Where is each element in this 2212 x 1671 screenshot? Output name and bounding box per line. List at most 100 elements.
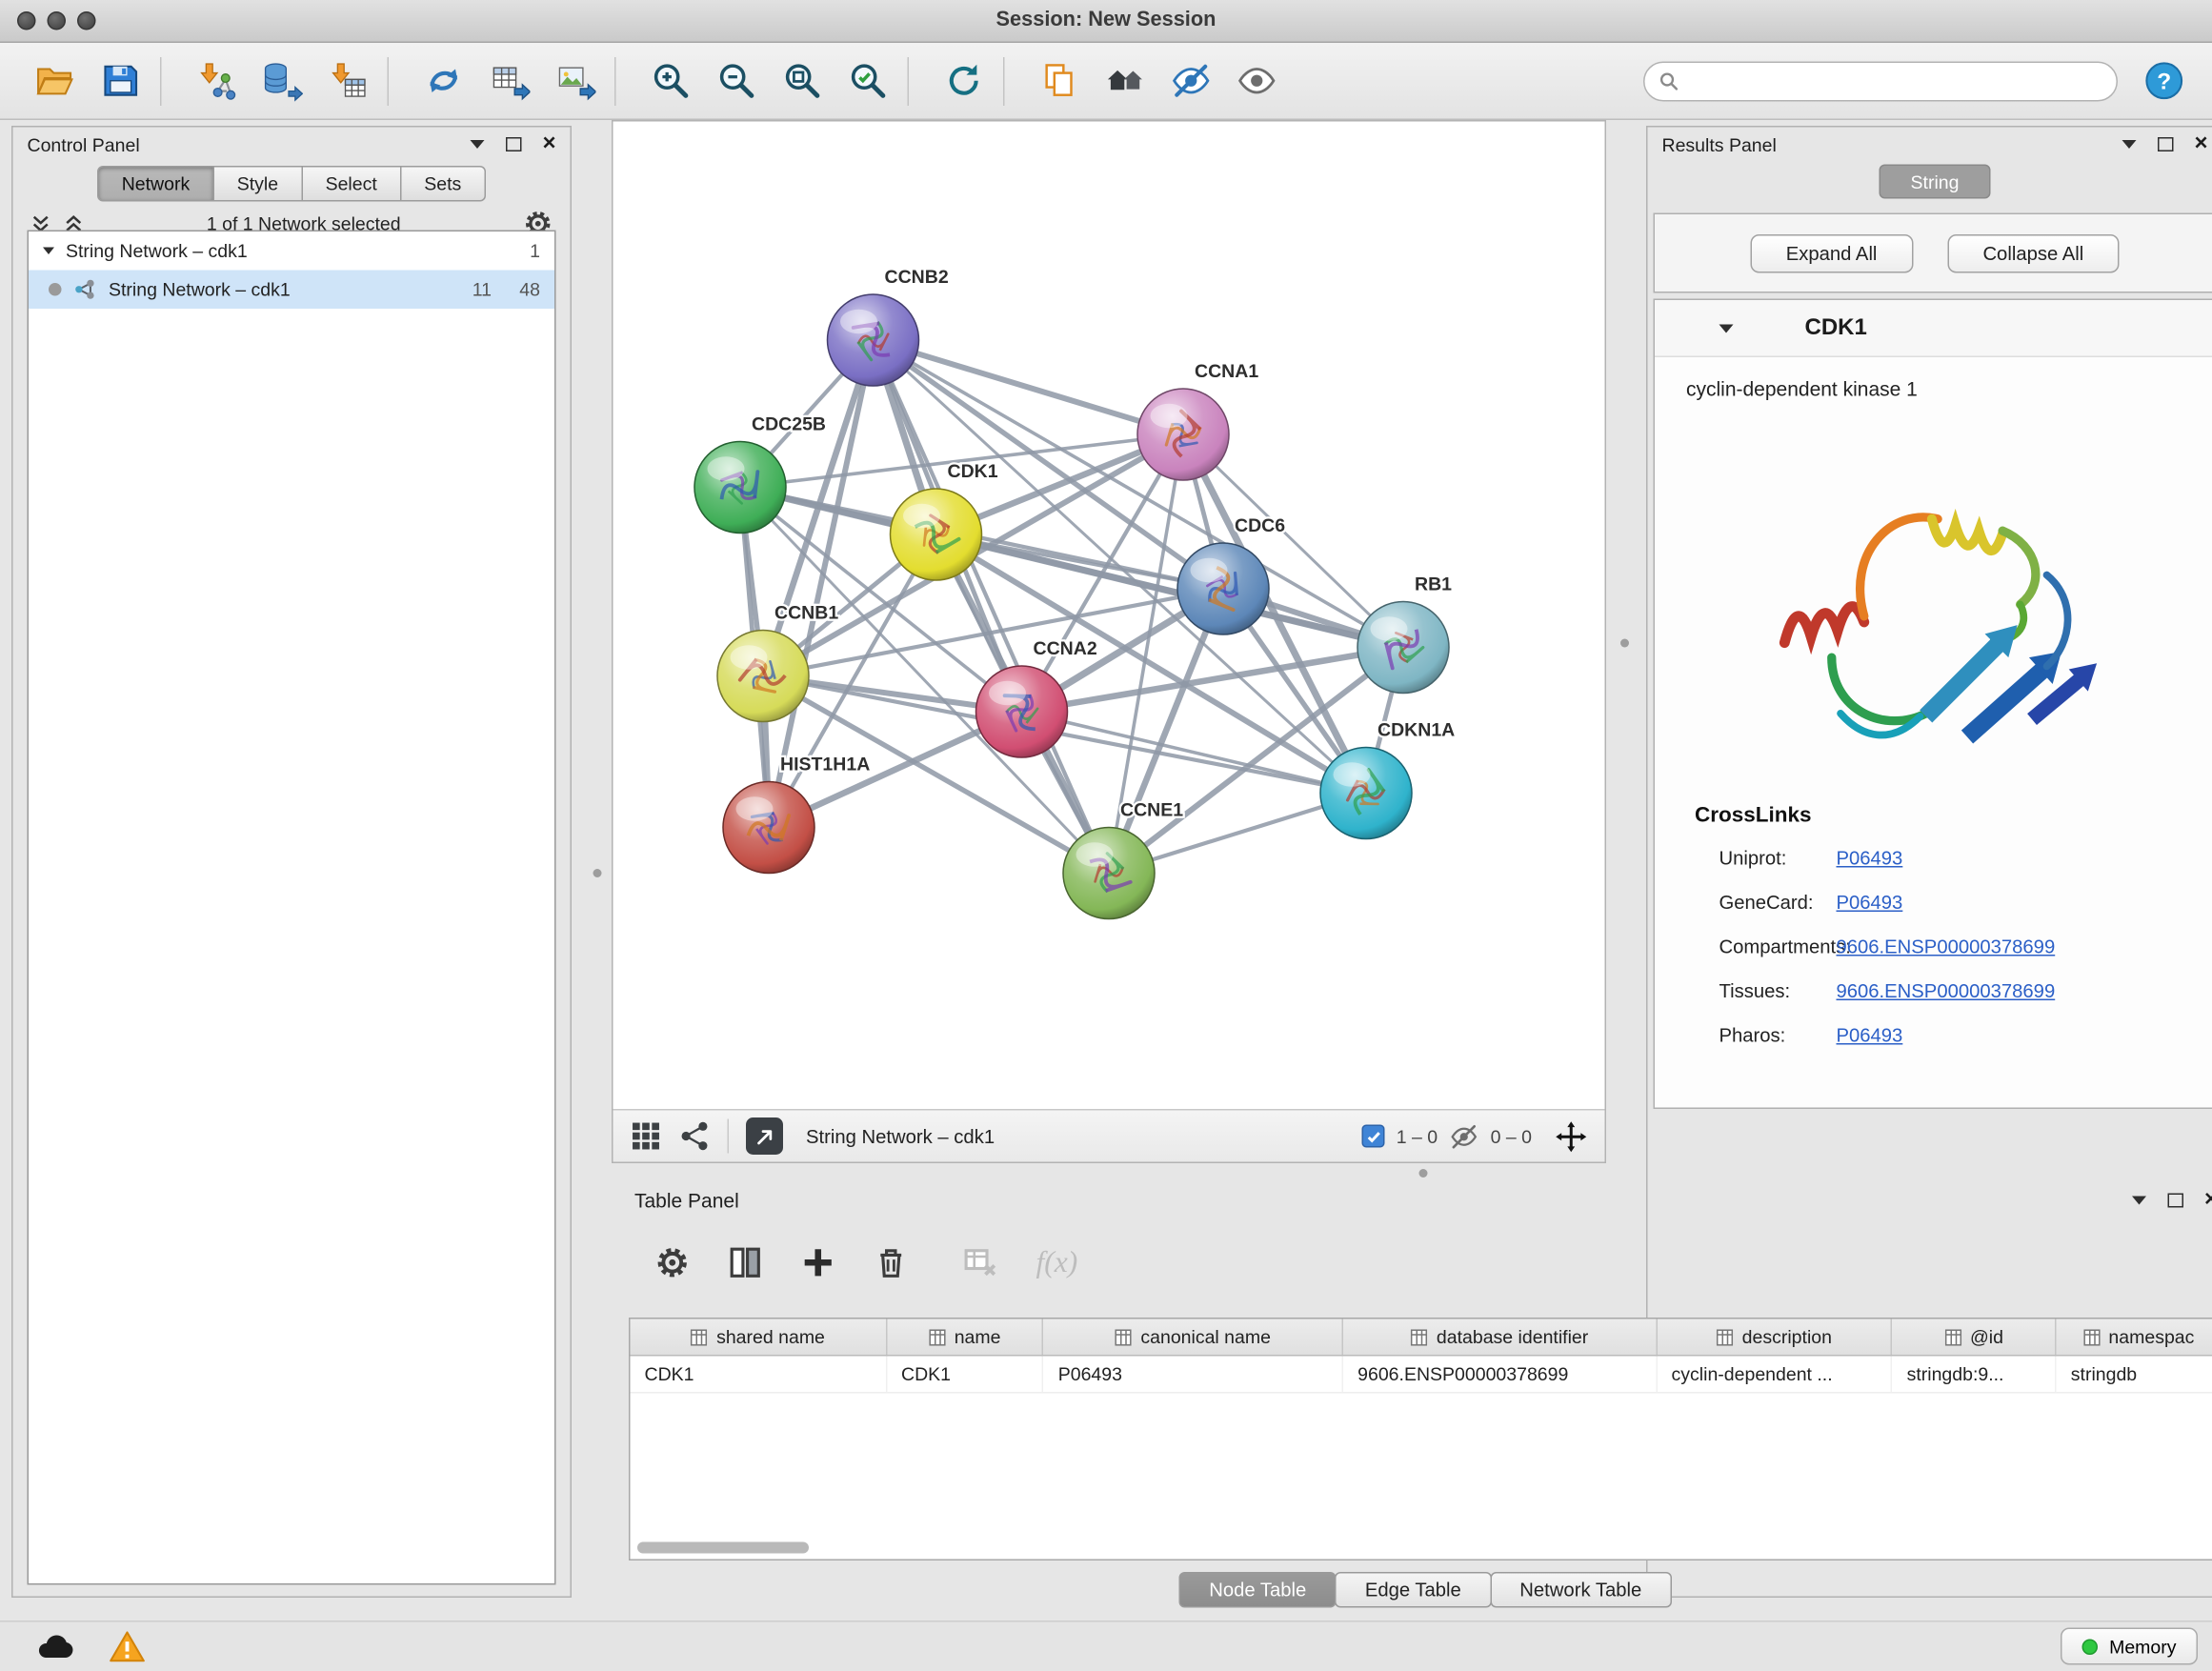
table-horizontal-scrollbar[interactable] (637, 1542, 809, 1554)
memory-button[interactable]: Memory (2061, 1628, 2198, 1665)
eye-icon (1236, 60, 1277, 102)
column-header-database-identifier[interactable]: database identifier (1343, 1319, 1657, 1356)
network-node-CDC25B[interactable]: CDC25B (694, 414, 826, 534)
cloud-icon[interactable] (34, 1629, 77, 1663)
tab-sets[interactable]: Sets (400, 166, 486, 202)
zoom-selected-button[interactable] (842, 53, 894, 108)
table-tabs: Node TableEdge TableNetwork Table (629, 1572, 2212, 1608)
table-cell--id[interactable]: stringdb:9... (1893, 1357, 2057, 1393)
column-header-shared-name[interactable]: shared name (631, 1319, 888, 1356)
copy-button[interactable] (1034, 53, 1085, 108)
expand-all-button[interactable]: Expand All (1750, 233, 1913, 272)
table-row[interactable]: CDK1CDK1P064939606.ENSP00000378699cyclin… (631, 1357, 2212, 1394)
tab-network[interactable]: Network (97, 166, 214, 202)
section-collapse-icon[interactable] (1719, 324, 1734, 332)
network-node-HIST1H1A[interactable]: HIST1H1A (723, 755, 870, 874)
birds-eye-view-icon[interactable] (679, 1120, 711, 1152)
protein-section-header[interactable]: CDK1 (1655, 300, 2212, 357)
crosslink-link-genecard-[interactable]: P06493 (1837, 892, 1903, 914)
close-panel-icon[interactable]: × (2194, 137, 2207, 151)
tab-edge-table[interactable]: Edge Table (1335, 1572, 1491, 1608)
crosslink-link-pharos-[interactable]: P06493 (1837, 1025, 1903, 1047)
import-network-file-button[interactable] (191, 53, 242, 108)
float-panel-icon[interactable] (2167, 1194, 2183, 1208)
crosslink-link-compartments-[interactable]: 9606.ENSP00000378699 (1837, 936, 2056, 958)
refresh-view-button[interactable] (937, 53, 989, 108)
horizontal-splitter-handle[interactable] (1419, 1169, 1428, 1178)
zoom-out-button[interactable] (711, 53, 762, 108)
import-network-database-button[interactable] (256, 53, 308, 108)
zoom-in-button[interactable] (645, 53, 696, 108)
network-edge-CCNB2-CCNE1[interactable] (874, 340, 1110, 874)
show-all-button[interactable] (1231, 53, 1282, 108)
panel-menu-icon[interactable] (2131, 1197, 2145, 1205)
table-cell-description[interactable]: cyclin-dependent ... (1658, 1357, 1893, 1393)
warning-icon[interactable] (109, 1629, 146, 1663)
crosslink-link-tissues-[interactable]: 9606.ENSP00000378699 (1837, 980, 2056, 1002)
search-input[interactable] (1688, 70, 2102, 92)
vertical-splitter-handle[interactable] (1620, 639, 1629, 648)
home-view-button[interactable] (1099, 53, 1151, 108)
add-column-icon[interactable] (800, 1244, 836, 1280)
network-from-selection-button[interactable] (417, 53, 469, 108)
main-toolbar: ? (0, 43, 2212, 120)
export-table-button[interactable] (483, 53, 534, 108)
network-node-CCNB1[interactable]: CCNB1 (717, 603, 838, 722)
float-panel-icon[interactable] (505, 137, 521, 151)
help-button[interactable]: ? (2141, 58, 2186, 104)
panel-menu-icon[interactable] (470, 140, 484, 149)
column-type-icon (1944, 1328, 1961, 1345)
column-header--id[interactable]: @id (1893, 1319, 2057, 1356)
panel-menu-icon[interactable] (2122, 140, 2136, 149)
memory-label: Memory (2109, 1636, 2176, 1658)
network-node-CCNB2[interactable]: CCNB2 (828, 267, 949, 386)
tab-network-table[interactable]: Network Table (1490, 1572, 1672, 1608)
table-options-gear-icon[interactable] (654, 1244, 691, 1280)
network-edge-CCNA2-CDKN1A[interactable] (1022, 712, 1367, 794)
pan-crosshair-icon[interactable] (1555, 1119, 1588, 1153)
open-in-new-window-button[interactable] (746, 1117, 783, 1155)
network-canvas[interactable]: CCNB2CCNA1CDC25BCDK1CDC6RB1CCNB1CCNA2CDK… (613, 122, 1605, 1110)
collapse-all-button[interactable]: Collapse All (1947, 233, 2120, 272)
grid-view-icon[interactable] (631, 1120, 662, 1152)
table-cell-database-identifier[interactable]: 9606.ENSP00000378699 (1343, 1357, 1657, 1393)
tree-expand-icon[interactable] (43, 248, 54, 255)
table-cell-name[interactable]: CDK1 (887, 1357, 1044, 1393)
tab-node-table[interactable]: Node Table (1179, 1572, 1337, 1608)
protein-structure-image (1743, 414, 2126, 797)
network-tree-item[interactable]: String Network – cdk1 11 48 (29, 271, 554, 310)
close-panel-icon[interactable]: × (2204, 1194, 2212, 1208)
column-header-namespac[interactable]: namespac (2057, 1319, 2212, 1356)
open-session-button[interactable] (29, 53, 80, 108)
tab-style[interactable]: Style (212, 166, 302, 202)
network-item-label[interactable]: String Network – cdk1 (109, 279, 291, 301)
close-panel-icon[interactable]: × (542, 137, 555, 151)
float-panel-icon[interactable] (2157, 137, 2173, 151)
table-cell-canonical-name[interactable]: P06493 (1044, 1357, 1343, 1393)
protein-detail-box: CDK1 cyclin-dependent kinase 1 CrossLink… (1654, 299, 2212, 1110)
column-header-canonical-name[interactable]: canonical name (1044, 1319, 1343, 1356)
column-header-name[interactable]: name (887, 1319, 1044, 1356)
table-cell-namespac[interactable]: stringdb (2057, 1357, 2212, 1393)
save-session-button[interactable] (94, 53, 146, 108)
network-collection-row[interactable]: String Network – cdk1 1 (29, 232, 554, 271)
network-node-RB1[interactable]: RB1 (1357, 574, 1452, 694)
tab-string[interactable]: String (1880, 165, 1991, 199)
zoom-fit-button[interactable] (776, 53, 828, 108)
export-image-button[interactable] (549, 53, 600, 108)
import-table-button[interactable] (322, 53, 373, 108)
hide-selection-button[interactable] (1165, 53, 1217, 108)
selected-checkbox[interactable] (1362, 1125, 1385, 1148)
network-edge-CCNB2-CCNA1[interactable] (874, 340, 1184, 434)
show-columns-icon[interactable] (728, 1244, 764, 1280)
crosslink-link-uniprot-[interactable]: P06493 (1837, 848, 1903, 870)
network-icon (73, 277, 98, 302)
tab-select[interactable]: Select (301, 166, 401, 202)
delete-column-icon[interactable] (874, 1244, 910, 1280)
column-header-description[interactable]: description (1658, 1319, 1893, 1356)
table-cell-shared-name[interactable]: CDK1 (631, 1357, 888, 1393)
hidden-eye-icon[interactable] (1449, 1121, 1479, 1152)
vertical-splitter-handle[interactable] (593, 869, 602, 877)
network-node-CCNA1[interactable]: CCNA1 (1137, 361, 1258, 480)
network-collection-label[interactable]: String Network – cdk1 (66, 240, 248, 262)
